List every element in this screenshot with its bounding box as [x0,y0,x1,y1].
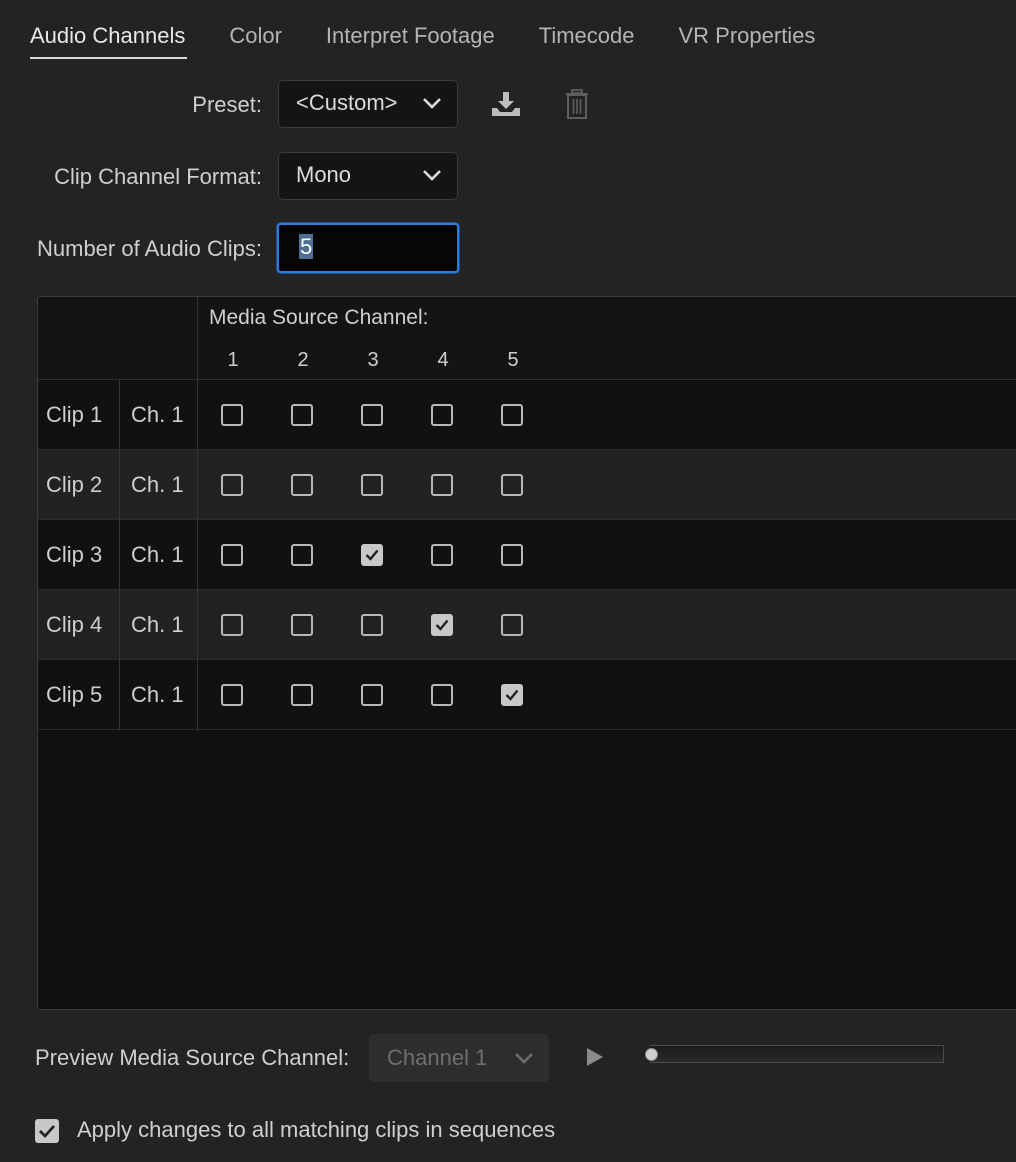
cell-divider [119,660,120,730]
num-audio-clips-label: Number of Audio Clips: [37,236,262,261]
media-source-channel-title: Media Source Channel: [209,306,429,329]
clip-channel: Ch. 1 [131,402,184,427]
channel-checkbox[interactable] [501,614,523,636]
channel-checkbox[interactable] [361,684,383,706]
channel-checkbox[interactable] [291,684,313,706]
clip-name: Clip 3 [46,542,103,567]
channel-checkbox[interactable] [361,544,383,566]
preset-dropdown[interactable]: <Custom> [278,80,458,128]
cell-divider [119,380,120,450]
channel-checkbox[interactable] [431,404,453,426]
chevron-down-icon [423,98,441,109]
preset-label: Preset: [192,92,262,117]
download-icon [492,92,520,116]
column-number: 1 [227,349,239,371]
table-row: Clip 5 Ch. 1 [38,660,1016,730]
table-row: Clip 3 Ch. 1 [38,520,1016,590]
play-button[interactable] [585,1046,605,1074]
checkmark-icon [435,619,449,631]
checkmark-icon [39,1125,56,1139]
num-audio-clips-input[interactable]: 5 [277,223,459,273]
channel-checkbox[interactable] [501,474,523,496]
clip-name: Clip 4 [46,612,103,637]
channel-checkbox[interactable] [431,474,453,496]
preset-value: <Custom> [296,90,398,115]
channel-checkbox[interactable] [361,474,383,496]
table-row: Clip 2 Ch. 1 [38,450,1016,520]
cell-divider [119,520,120,590]
table-row: Clip 4 Ch. 1 [38,590,1016,660]
channel-checkbox[interactable] [501,544,523,566]
chevron-down-icon [423,170,441,181]
channel-checkbox[interactable] [221,614,243,636]
checkmark-icon [505,689,519,701]
column-number: 3 [367,349,379,371]
channel-checkbox[interactable] [361,614,383,636]
tab-timecode[interactable]: Timecode [539,22,635,62]
preview-volume-slider[interactable] [650,1045,944,1063]
tab-bar: Audio Channels Color Interpret Footage T… [30,22,859,62]
column-number: 4 [437,349,449,371]
column-number: 5 [507,349,519,371]
clip-channel: Ch. 1 [131,612,184,637]
channel-checkbox[interactable] [431,544,453,566]
channel-checkbox[interactable] [291,614,313,636]
matrix-header: Media Source Channel: 1 2 3 4 5 [38,297,1016,380]
clip-name: Clip 5 [46,682,103,707]
apply-all-checkbox[interactable] [35,1119,59,1143]
trash-icon [566,89,588,119]
channel-checkbox[interactable] [221,404,243,426]
channel-checkbox[interactable] [221,684,243,706]
clip-channel-format-dropdown[interactable]: Mono [278,152,458,200]
table-row: Clip 1 Ch. 1 [38,380,1016,450]
preview-channel-label: Preview Media Source Channel: [35,1045,350,1070]
slider-handle[interactable] [645,1048,658,1061]
channel-checkbox[interactable] [431,684,453,706]
tab-color[interactable]: Color [229,22,282,62]
save-preset-button[interactable] [490,90,522,124]
channel-checkbox[interactable] [221,474,243,496]
clip-name: Clip 2 [46,472,103,497]
tab-vr-properties[interactable]: VR Properties [678,22,815,62]
cell-divider [119,450,120,520]
delete-preset-button[interactable] [565,88,589,126]
tab-audio-channels[interactable]: Audio Channels [30,22,188,62]
clip-channel: Ch. 1 [131,682,184,707]
tab-interpret-footage[interactable]: Interpret Footage [326,22,495,62]
channel-checkbox[interactable] [361,404,383,426]
channel-checkbox[interactable] [431,614,453,636]
channel-checkbox[interactable] [221,544,243,566]
num-audio-clips-value: 5 [299,234,314,259]
channel-checkbox[interactable] [291,474,313,496]
column-number: 2 [297,349,309,371]
matrix-column-divider [197,297,198,731]
channel-checkbox[interactable] [501,404,523,426]
apply-all-label: Apply changes to all matching clips in s… [77,1117,556,1142]
channel-checkbox[interactable] [291,544,313,566]
channel-checkbox[interactable] [501,684,523,706]
channel-checkbox[interactable] [291,404,313,426]
cell-divider [119,590,120,660]
clip-channel-format-value: Mono [296,162,352,187]
clip-name: Clip 1 [46,402,103,427]
preview-channel-value: Channel 1 [387,1045,488,1070]
channel-matrix: Media Source Channel: 1 2 3 4 5 Clip 1 Ch… [37,296,1016,1010]
clip-channel: Ch. 1 [131,542,184,567]
clip-channel-format-label: Clip Channel Format: [54,164,262,189]
chevron-down-icon [515,1053,533,1064]
play-icon [587,1048,603,1066]
clip-channel: Ch. 1 [131,472,184,497]
preview-channel-dropdown[interactable]: Channel 1 [369,1034,549,1082]
checkmark-icon [365,549,379,561]
